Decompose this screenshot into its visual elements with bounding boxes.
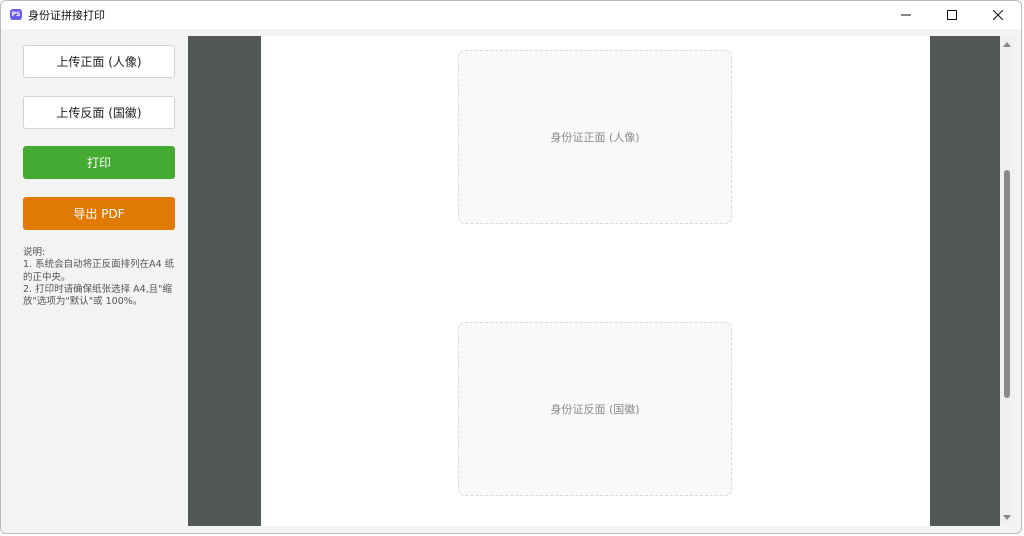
export-pdf-button[interactable]: 导出 PDF xyxy=(23,197,175,230)
maximize-icon xyxy=(947,10,957,20)
id-back-placeholder[interactable]: 身份证反面 (国徽) xyxy=(458,322,732,496)
minimize-button[interactable] xyxy=(883,1,929,29)
maximize-button[interactable] xyxy=(929,1,975,29)
id-front-placeholder[interactable]: 身份证正面 (人像) xyxy=(458,50,732,224)
instructions-text: 说明: 1. 系统会自动将正反面排列在A4 纸的正中央。 2. 打印时请确保纸张… xyxy=(23,247,175,308)
title-bar: PS 身份证拼接打印 xyxy=(1,1,1021,29)
close-button[interactable] xyxy=(975,1,1021,29)
vertical-scrollbar[interactable] xyxy=(1000,36,1014,526)
sidebar: 上传正面 (人像) 上传反面 (国徽) 打印 导出 PDF 说明: 1. 系统会… xyxy=(1,29,187,533)
print-button[interactable]: 打印 xyxy=(23,146,175,179)
scrollbar-thumb[interactable] xyxy=(1004,170,1010,398)
print-preview-area: 身份证正面 (人像) 身份证反面 (国徽) xyxy=(188,36,1000,526)
close-icon xyxy=(993,10,1003,20)
chevron-up-icon[interactable] xyxy=(1003,42,1011,47)
minimize-icon xyxy=(901,14,911,16)
a4-paper: 身份证正面 (人像) 身份证反面 (国徽) xyxy=(261,36,930,526)
app-icon: PS xyxy=(10,9,22,20)
app-window: PS 身份证拼接打印 上传正面 (人像) 上传反面 (国徽) 打印 导出 PDF… xyxy=(0,0,1022,534)
upload-back-button[interactable]: 上传反面 (国徽) xyxy=(23,96,175,129)
upload-front-button[interactable]: 上传正面 (人像) xyxy=(23,45,175,78)
window-title: 身份证拼接打印 xyxy=(28,9,105,22)
chevron-down-icon[interactable] xyxy=(1003,515,1011,520)
